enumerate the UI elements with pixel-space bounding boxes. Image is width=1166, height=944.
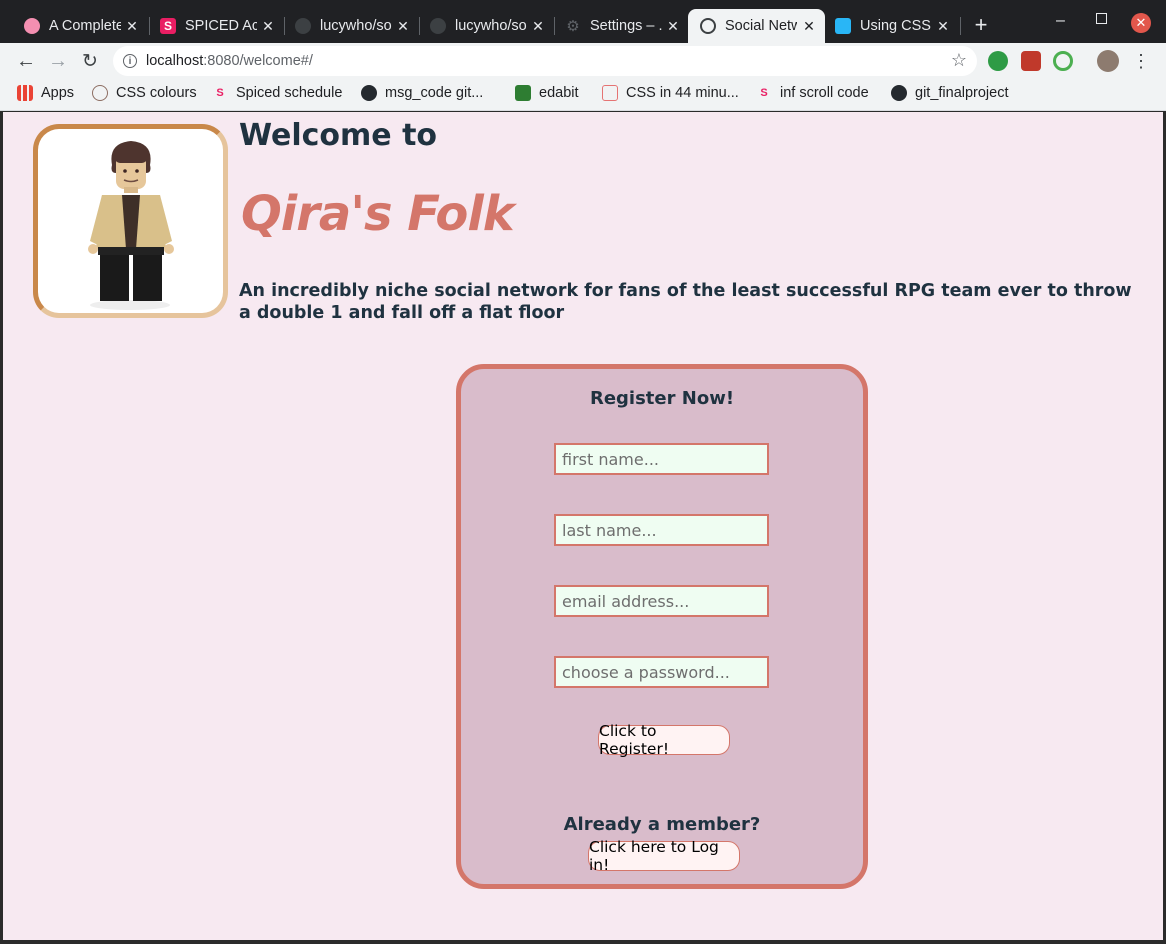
forward-icon[interactable]: → <box>46 49 70 73</box>
already-member-text: Already a member? <box>563 814 761 835</box>
palette-icon <box>92 85 108 101</box>
bookmark-label: CSS in 44 minu... <box>626 85 739 101</box>
register-heading: Register Now! <box>589 388 735 409</box>
new-tab-icon[interactable]: + <box>970 14 992 36</box>
tab-divider <box>960 17 961 35</box>
profile-image-frame <box>33 124 228 318</box>
welcome-heading: Welcome to <box>239 118 438 153</box>
bookmark-label: git_finalproject <box>915 85 1009 101</box>
bookmark-apps[interactable]: Apps <box>17 85 74 101</box>
bookmark-label: Apps <box>41 85 75 101</box>
bookmark-css-44[interactable]: CSS in 44 minu... <box>602 85 739 101</box>
github-icon <box>295 18 311 34</box>
url-path: :8080/welcome#/ <box>203 53 313 69</box>
extension-icon[interactable] <box>1053 51 1073 71</box>
registration-form: Register Now! Click to Register! Already… <box>456 364 868 889</box>
tab-title: SPICED Academy <box>185 18 257 34</box>
close-tab-icon[interactable]: ✕ <box>395 18 411 35</box>
last-name-input[interactable] <box>554 514 769 546</box>
tab-title: Settings – ... <box>590 18 662 34</box>
github-icon <box>430 18 446 34</box>
doc-icon <box>602 85 618 101</box>
tab-title: lucywho/social <box>455 18 527 34</box>
tab-title: lucywho/social <box>320 18 392 34</box>
minimize-icon[interactable]: ‒ <box>1056 12 1065 30</box>
extension-icon[interactable] <box>1021 51 1041 71</box>
close-tab-icon[interactable]: ✕ <box>260 18 276 35</box>
spiced-icon: S <box>760 87 768 99</box>
tab-spiced-academy[interactable]: S SPICED Academy ✕ <box>150 9 284 43</box>
url-host: localhost <box>146 53 204 69</box>
site-title: Qira's Folk <box>241 186 515 242</box>
tab-title: Using CSS <box>860 18 931 34</box>
github-icon <box>361 85 377 101</box>
reload-icon[interactable]: ↻ <box>78 49 102 73</box>
login-button[interactable]: Click here to Log in! <box>588 838 740 874</box>
email-input[interactable] <box>554 585 769 617</box>
bookmark-star-icon[interactable]: ☆ <box>951 50 967 71</box>
edabit-icon <box>515 85 531 101</box>
browser-toolbar: ← → ↻ i localhost:8080/welcome#/ ☆ ⋮ <box>0 43 1166 79</box>
close-tab-icon[interactable]: ✕ <box>124 18 140 35</box>
close-tab-icon[interactable]: ✕ <box>801 18 817 35</box>
bookmark-label: msg_code git... <box>385 85 484 101</box>
tab-github-social[interactable]: lucywho/social ✕ <box>285 9 419 43</box>
tab-github-social-2[interactable]: lucywho/social ✕ <box>420 9 554 43</box>
lego-minifigure-image <box>88 141 174 310</box>
bookmark-label: Spiced schedule <box>236 85 343 101</box>
profile-avatar[interactable] <box>1097 50 1119 72</box>
maximize-icon[interactable] <box>1096 13 1107 24</box>
url-text: localhost:8080/welcome#/ <box>146 53 313 69</box>
tab-complete-guide[interactable]: A Complete Guide ✕ <box>14 9 148 43</box>
apps-grid-icon <box>17 85 33 101</box>
register-button[interactable]: Click to Register! <box>598 722 730 758</box>
menu-kebab-icon[interactable]: ⋮ <box>1131 51 1151 71</box>
close-tab-icon[interactable]: ✕ <box>530 18 546 35</box>
bookmark-spiced-schedule[interactable]: S Spiced schedule <box>212 85 342 101</box>
tab-title: Social Network <box>725 18 797 34</box>
spiced-icon: S <box>160 18 176 34</box>
address-bar[interactable]: i localhost:8080/welcome#/ ☆ <box>113 46 977 76</box>
tab-social-network[interactable]: Social Network ✕ <box>688 9 825 43</box>
site-info-icon[interactable]: i <box>123 54 137 68</box>
github-icon <box>891 85 907 101</box>
bookmark-label: CSS colours <box>116 85 197 101</box>
first-name-input[interactable] <box>554 443 769 475</box>
bookmark-git-finalproject[interactable]: git_finalproject <box>891 85 1009 101</box>
bookmarks-bar: Apps CSS colours S Spiced schedule msg_c… <box>0 79 1166 111</box>
password-input[interactable] <box>554 656 769 688</box>
bookmark-msg-code[interactable]: msg_code git... <box>361 85 483 101</box>
pink-circle-icon <box>24 18 40 34</box>
back-icon[interactable]: ← <box>14 49 38 73</box>
bookmark-inf-scroll[interactable]: S inf scroll code <box>756 85 869 101</box>
site-tagline: An incredibly niche social network for f… <box>239 281 1132 323</box>
tab-settings[interactable]: ⚙ Settings – ... ✕ <box>555 9 689 43</box>
tab-title: A Complete Guide <box>49 18 121 34</box>
bookmark-label: edabit <box>539 85 579 101</box>
close-window-icon[interactable]: ✕ <box>1131 13 1151 33</box>
bookmark-edabit[interactable]: edabit <box>515 85 579 101</box>
evernote-extension-icon[interactable] <box>988 51 1008 71</box>
bookmark-css-colours[interactable]: CSS colours <box>92 85 197 101</box>
tab-using-css[interactable]: Using CSS ✕ <box>825 9 959 43</box>
bookmark-label: inf scroll code <box>780 85 869 101</box>
spiced-icon: S <box>216 87 224 99</box>
close-tab-icon[interactable]: ✕ <box>665 18 681 35</box>
gear-icon: ⚙ <box>566 18 580 35</box>
web-page: Welcome to Qira's Folk An incredibly nic… <box>3 112 1163 940</box>
css-icon <box>835 18 851 34</box>
close-tab-icon[interactable]: ✕ <box>935 18 951 35</box>
tab-strip: A Complete Guide ✕ S SPICED Academy ✕ lu… <box>0 0 1166 43</box>
globe-icon <box>700 18 716 34</box>
